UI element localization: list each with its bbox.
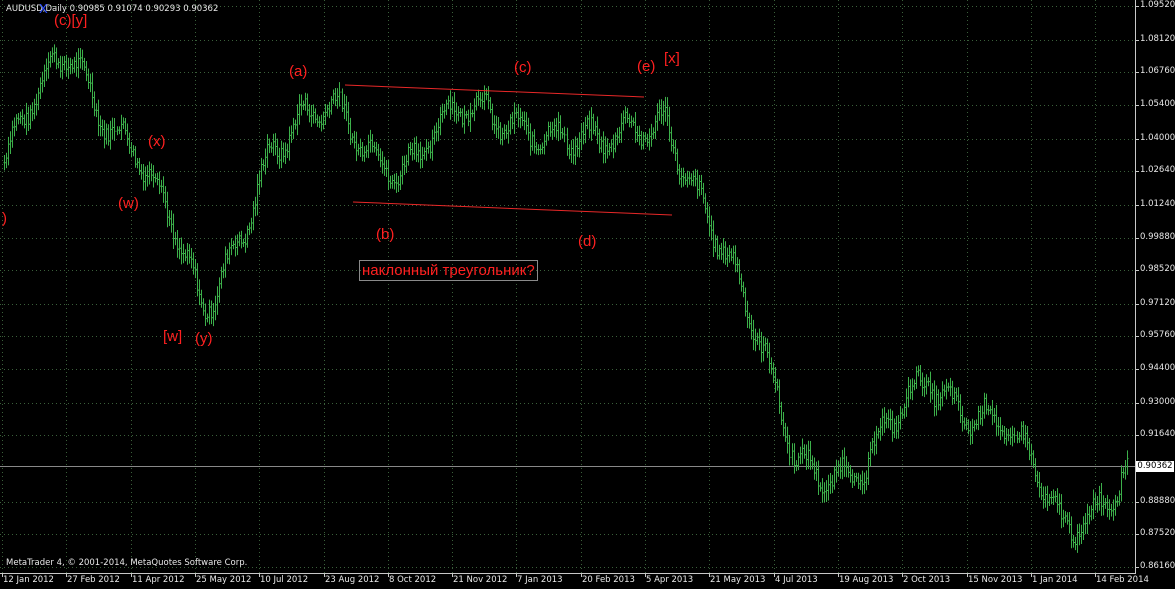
chart-header: AUDUSD,Daily 0.90985 0.91074 0.90293 0.9… [6, 4, 219, 14]
time-tick [838, 574, 839, 577]
time-tick [452, 574, 453, 577]
price-tick-label: 1.06760 [1140, 66, 1175, 76]
wave-label-x-bracket: [x] [664, 50, 680, 67]
time-tick [645, 574, 646, 577]
time-tick-label: 20 Feb 2013 [582, 575, 635, 585]
time-axis[interactable]: 12 Jan 2012 27 Feb 2012 11 Apr 2012 25 May … [0, 574, 1149, 589]
time-tick [774, 574, 775, 577]
time-tick [324, 574, 325, 577]
price-tick [1136, 435, 1139, 436]
price-tick [1136, 105, 1139, 106]
price-tick [1136, 270, 1139, 271]
time-tick [967, 574, 968, 577]
price-tick [1136, 534, 1139, 535]
price-tick [1136, 171, 1139, 172]
triangle-note-label[interactable]: наклонный треугольник? [359, 260, 538, 281]
price-tick [1136, 304, 1139, 305]
time-tick-label: 10 Jul 2012 [260, 575, 309, 585]
price-tick [1136, 567, 1139, 568]
price-tick-label: 0.99880 [1140, 232, 1175, 242]
wave-label-w-bracket: [w] [163, 328, 183, 345]
time-tick-label: 12 Jan 2012 [3, 575, 54, 585]
price-tick [1136, 502, 1139, 503]
wave-label-d: (d) [578, 233, 597, 250]
price-tick-label: 1.04000 [1140, 133, 1175, 143]
time-tick-label: 27 Feb 2012 [67, 575, 120, 585]
price-tick-label: 1.05400 [1140, 99, 1175, 109]
time-tick-label: 25 May 2012 [196, 575, 252, 585]
price-tick [1136, 139, 1139, 140]
copyright-text: MetaTrader 4, © 2001-2014, MetaQuotes So… [6, 558, 248, 568]
time-tick [66, 574, 67, 577]
price-tick-label: 1.01240 [1140, 199, 1175, 209]
wave-label-b: (b) [376, 226, 395, 243]
time-tick [259, 574, 260, 577]
price-tick [1136, 369, 1139, 370]
price-tick-label: 1.02640 [1140, 165, 1175, 175]
price-tick-label: 0.94400 [1140, 363, 1175, 373]
price-tick-label: 0.87520 [1140, 528, 1175, 538]
wave-label-a: (a) [289, 63, 308, 80]
price-tick [1136, 238, 1139, 239]
time-tick-label: 23 Aug 2012 [325, 575, 380, 585]
wave-label-c: (c) [514, 59, 532, 76]
time-tick [131, 574, 132, 577]
time-tick-label: 5 Apr 2013 [646, 575, 694, 585]
price-tick-label: 0.97120 [1140, 298, 1175, 308]
time-tick [709, 574, 710, 577]
price-tick [1136, 40, 1139, 41]
time-tick [2, 574, 3, 577]
price-tick-label: 0.95760 [1140, 330, 1175, 340]
time-tick-label: 8 Oct 2012 [389, 575, 437, 585]
price-tick [1136, 336, 1139, 337]
time-tick-label: 15 Nov 2013 [968, 575, 1023, 585]
time-tick-label: 21 May 2013 [710, 575, 766, 585]
price-tick-label: 1.08120 [1140, 34, 1175, 44]
price-tick-label: 0.86160 [1140, 561, 1175, 571]
price-axis[interactable]: 1.09520 1.08120 1.06760 1.05400 1.04000 1.026… [1136, 0, 1175, 573]
time-tick [902, 574, 903, 577]
wave-label-x: (x) [148, 133, 166, 150]
triangle-lower-trendline [352, 201, 673, 216]
time-tick-label: 21 Nov 2012 [453, 575, 508, 585]
wave-label-partial: ) [2, 210, 7, 227]
price-tick-label: 0.91640 [1140, 429, 1175, 439]
wave-label-e: (e) [637, 58, 656, 75]
time-tick-label: 11 Apr 2012 [132, 575, 185, 585]
time-tick-label: 14 Feb 2014 [1096, 575, 1149, 585]
price-chart[interactable] [0, 0, 1135, 573]
time-tick [516, 574, 517, 577]
price-tick-label: 0.93000 [1140, 397, 1175, 407]
price-tick [1136, 403, 1139, 404]
price-tick [1136, 205, 1139, 206]
time-tick-label: 2 Oct 2013 [903, 575, 951, 585]
time-tick [1095, 574, 1096, 577]
price-tick-label: 1.09520 [1140, 0, 1175, 10]
time-tick-label: 7 Jan 2013 [517, 575, 563, 585]
time-tick [581, 574, 582, 577]
price-tick-label: 0.88880 [1140, 496, 1175, 506]
time-tick-label: 1 Jan 2014 [1032, 575, 1078, 585]
current-price-badge: 0.90362 [1136, 461, 1174, 472]
time-tick-label: 4 Jul 2013 [775, 575, 818, 585]
time-tick [1031, 574, 1032, 577]
wave-label-y: (y) [195, 330, 213, 347]
chart-area[interactable]: AUDUSD,Daily 0.90985 0.91074 0.90293 0.9… [0, 0, 1136, 574]
price-tick [1136, 72, 1139, 73]
price-tick-label: 0.98520 [1140, 264, 1175, 274]
triangle-upper-trendline [344, 84, 645, 98]
wave-label-x-blue: X [39, 1, 48, 16]
price-tick [1136, 6, 1139, 7]
time-tick [388, 574, 389, 577]
time-tick-label: 19 Aug 2013 [839, 575, 894, 585]
wave-label-c-y: (c)[y] [54, 12, 88, 29]
wave-label-w: (w) [118, 195, 139, 212]
time-tick [195, 574, 196, 577]
